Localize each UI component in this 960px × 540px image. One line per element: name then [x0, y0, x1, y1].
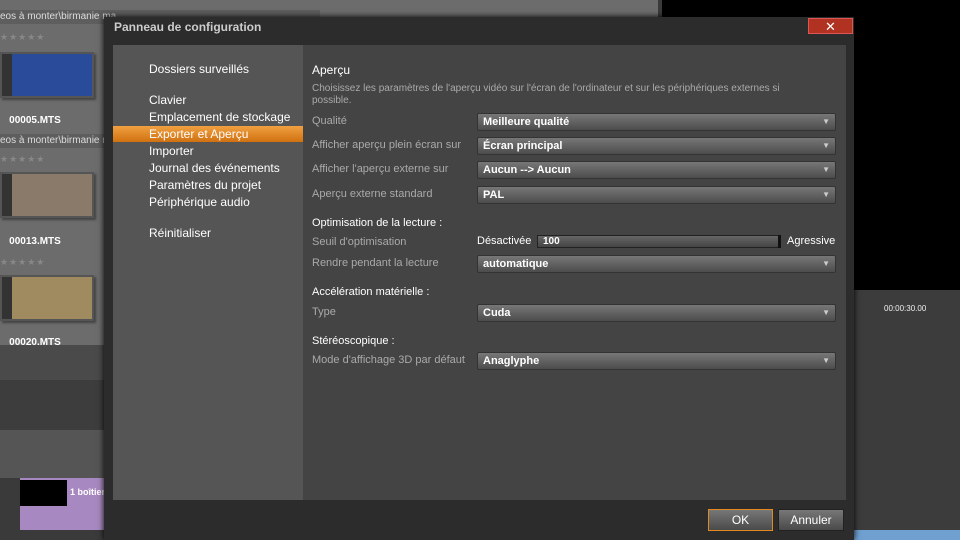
render-dropdown[interactable]: automatique ▼	[477, 255, 836, 273]
timecode: 00:00:30.00	[884, 304, 927, 313]
quality-dropdown[interactable]: Meilleure qualité ▼	[477, 113, 836, 131]
slider-max-label: Agressive	[787, 235, 836, 247]
clip-name: 00005.MTS	[9, 115, 61, 126]
settings-sidebar: Dossiers surveillés Clavier Emplacement …	[113, 45, 303, 500]
chevron-down-icon: ▼	[822, 308, 830, 317]
dropdown-value: Meilleure qualité	[483, 116, 570, 128]
optimization-slider[interactable]: 100	[537, 235, 781, 248]
timeline-panel	[853, 290, 960, 540]
clip-name: 00013.MTS	[9, 236, 61, 247]
sidebar-item-keyboard[interactable]: Clavier	[113, 92, 303, 108]
sidebar-item-import[interactable]: Importer	[113, 143, 303, 159]
slider-value: 100	[543, 236, 560, 247]
stereo-heading: Stéréoscopique :	[312, 335, 395, 347]
dialog-title: Panneau de configuration	[114, 20, 262, 34]
clip-thumbnail	[20, 480, 67, 506]
render-label: Rendre pendant la lecture	[312, 257, 439, 269]
chevron-down-icon: ▼	[822, 141, 830, 150]
ok-button[interactable]: OK	[708, 509, 773, 531]
sidebar-item-project-settings[interactable]: Paramètres du projet	[113, 177, 303, 193]
toolbar-area	[0, 345, 104, 380]
external-standard-dropdown[interactable]: PAL ▼	[477, 186, 836, 204]
rating-stars[interactable]: ★★★★★	[0, 154, 45, 165]
section-description: Choisissez les paramètres de l'aperçu vi…	[312, 83, 780, 106]
type-label: Type	[312, 306, 336, 318]
settings-content: Aperçu Choisissez les paramètres de l'ap…	[303, 45, 846, 500]
external-preview-label: Afficher l'aperçu externe sur	[312, 163, 449, 175]
sidebar-item-watched-folders[interactable]: Dossiers surveillés	[113, 61, 303, 77]
chevron-down-icon: ▼	[822, 165, 830, 174]
section-heading: Aperçu	[312, 63, 351, 77]
threshold-label: Seuil d'optimisation	[312, 236, 407, 248]
clip-name: 00020.MTS	[9, 337, 61, 345]
chevron-down-icon: ▼	[822, 190, 830, 199]
external-standard-label: Aperçu externe standard	[312, 188, 433, 200]
clip-thumbnail[interactable]	[0, 52, 94, 98]
dropdown-value: Anaglyphe	[483, 355, 540, 367]
type-dropdown[interactable]: Cuda ▼	[477, 304, 836, 322]
sidebar-item-reset[interactable]: Réinitialiser	[113, 225, 303, 241]
hardware-heading: Accélération matérielle :	[312, 286, 430, 298]
clip-thumbnail[interactable]	[0, 172, 94, 218]
dropdown-value: PAL	[483, 189, 505, 201]
dropdown-value: automatique	[483, 258, 549, 270]
chevron-down-icon: ▼	[822, 356, 830, 365]
3d-mode-label: Mode d'affichage 3D par défaut	[312, 354, 465, 366]
external-preview-dropdown[interactable]: Aucun --> Aucun ▼	[477, 161, 836, 179]
fullscreen-preview-label: Afficher aperçu plein écran sur	[312, 139, 461, 151]
sidebar-item-storage[interactable]: Emplacement de stockage	[113, 109, 303, 125]
dropdown-value: Écran principal	[483, 140, 563, 152]
fullscreen-preview-dropdown[interactable]: Écran principal ▼	[477, 137, 836, 155]
cancel-button[interactable]: Annuler	[778, 509, 844, 531]
chevron-down-icon: ▼	[822, 117, 830, 126]
sidebar-item-audio-device[interactable]: Périphérique audio	[113, 194, 303, 210]
storyboard-strip	[853, 530, 960, 540]
chevron-down-icon: ▼	[822, 259, 830, 268]
rating-stars[interactable]: ★★★★★	[0, 32, 45, 43]
dropdown-value: Aucun --> Aucun	[483, 164, 571, 176]
clip-label: 1 boîtier	[70, 487, 106, 497]
close-button[interactable]: ✕	[808, 18, 853, 34]
slider-handle[interactable]	[778, 235, 781, 248]
3d-mode-dropdown[interactable]: Anaglyphe ▼	[477, 352, 836, 370]
timeline-header	[0, 380, 104, 430]
sidebar-item-event-log[interactable]: Journal des événements	[113, 160, 303, 176]
quality-label: Qualité	[312, 115, 347, 127]
rating-stars[interactable]: ★★★★★	[0, 257, 45, 268]
dropdown-value: Cuda	[483, 307, 511, 319]
sidebar-item-export-preview[interactable]: Exporter et Aperçu	[113, 126, 303, 142]
slider-min-label: Désactivée	[477, 235, 532, 247]
clip-thumbnail[interactable]	[0, 275, 94, 321]
settings-dialog: Panneau de configuration ✕ Dossiers surv…	[104, 17, 854, 540]
timeline-track	[0, 430, 104, 478]
playback-heading: Optimisation de la lecture :	[312, 217, 443, 229]
